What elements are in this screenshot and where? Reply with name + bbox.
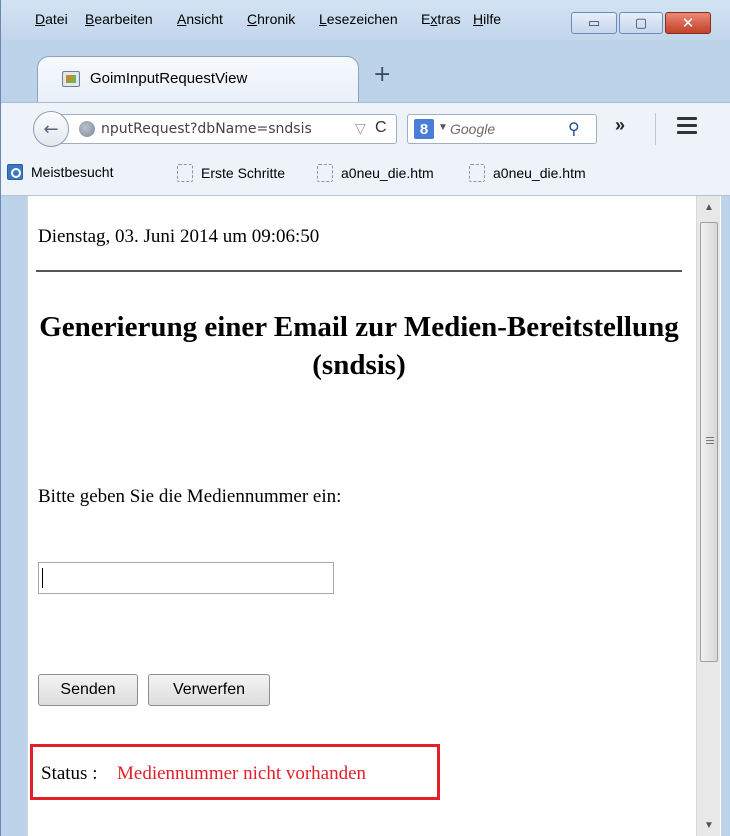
chevron-down-icon[interactable]: ▼ bbox=[438, 122, 448, 133]
page-title: Generierung einer Email zur Medien-Berei… bbox=[39, 311, 679, 381]
minimize-button[interactable]: ▭ bbox=[571, 12, 617, 34]
search-icon[interactable]: ⚲ bbox=[568, 119, 580, 139]
window-controls: ▭ ▢ ✕ bbox=[571, 12, 713, 36]
scrollbar-thumb[interactable] bbox=[700, 222, 718, 662]
close-icon: ✕ bbox=[681, 15, 695, 32]
menu-hilfe[interactable]: Hilfe bbox=[473, 11, 501, 27]
menu-bearbeiten[interactable]: Bearbeiten bbox=[85, 11, 153, 27]
mediennummer-input[interactable] bbox=[38, 562, 334, 594]
search-bar[interactable]: 8 ▼ Google ⚲ bbox=[407, 114, 597, 144]
bookmark-erste-schritte[interactable]: Erste Schritte bbox=[177, 164, 285, 182]
search-input[interactable]: Google bbox=[450, 121, 495, 137]
mediennummer-label: Bitte geben Sie die Mediennummer ein: bbox=[38, 486, 342, 507]
maximize-button[interactable]: ▢ bbox=[619, 12, 663, 34]
page-icon bbox=[469, 164, 485, 182]
url-text[interactable]: nputRequest?dbName=sndsis bbox=[101, 121, 312, 137]
site-identity-icon[interactable] bbox=[79, 121, 95, 137]
bookmark-star-icon[interactable]: ▽ bbox=[355, 120, 366, 137]
back-arrow-icon: ← bbox=[43, 118, 59, 140]
navigation-bar: nputRequest?dbName=sndsis ▽ C ← 8 ▼ Goog… bbox=[1, 102, 730, 154]
status-label: Status : bbox=[41, 763, 98, 784]
tab-goim-input-request[interactable]: GoimInputRequestView bbox=[37, 56, 359, 102]
reload-icon[interactable]: C bbox=[375, 119, 387, 137]
status-message: Mediennummer nicht vorhanden bbox=[117, 763, 367, 784]
bookmark-meistbesucht[interactable]: Meistbesucht bbox=[7, 164, 113, 180]
url-bar[interactable]: nputRequest?dbName=sndsis ▽ C bbox=[57, 114, 397, 144]
search-engine-icon[interactable]: 8 bbox=[414, 119, 434, 139]
browser-window: Datei Bearbeiten Ansicht Chronik Lesezei… bbox=[0, 0, 730, 836]
menu-datei[interactable]: Datei bbox=[35, 11, 68, 27]
bookmark-a0neu-die-1[interactable]: a0neu_die.htm bbox=[317, 164, 434, 182]
minimize-icon: ▭ bbox=[587, 15, 601, 30]
bookmarks-toolbar: Meistbesucht Erste Schritte a0neu_die.ht… bbox=[1, 154, 730, 196]
vertical-scrollbar[interactable]: ▲ ▼ bbox=[696, 196, 720, 836]
overflow-chevron-icon[interactable]: » bbox=[615, 115, 625, 136]
content-viewport: Dienstag, 03. Juni 2014 um 09:06:50 Gene… bbox=[27, 196, 721, 836]
bookmark-a0neu-die-2[interactable]: a0neu_die.htm bbox=[469, 164, 586, 182]
page-icon bbox=[177, 164, 193, 182]
send-button[interactable]: Senden bbox=[38, 674, 138, 706]
scroll-up-arrow-icon[interactable]: ▲ bbox=[697, 196, 721, 218]
menu-extras[interactable]: Extras bbox=[421, 11, 461, 27]
page-icon bbox=[317, 164, 333, 182]
menu-bar: Datei Bearbeiten Ansicht Chronik Lesezei… bbox=[1, 0, 730, 40]
scroll-down-arrow-icon[interactable]: ▼ bbox=[697, 814, 721, 836]
hamburger-menu-icon[interactable] bbox=[677, 117, 697, 138]
horizontal-rule bbox=[36, 270, 682, 272]
menu-chronik[interactable]: Chronik bbox=[247, 11, 295, 27]
menu-ansicht[interactable]: Ansicht bbox=[177, 11, 223, 27]
text-cursor bbox=[42, 568, 43, 588]
page-content: Dienstag, 03. Juni 2014 um 09:06:50 Gene… bbox=[28, 196, 696, 836]
status-highlight-box: Status : Mediennummer nicht vorhanden bbox=[30, 744, 440, 800]
divider bbox=[655, 113, 656, 145]
tab-strip: GoimInputRequestView + bbox=[1, 40, 730, 102]
new-tab-button[interactable]: + bbox=[373, 62, 391, 87]
close-button[interactable]: ✕ bbox=[665, 12, 711, 34]
back-button[interactable]: ← bbox=[33, 111, 69, 147]
favicon-icon bbox=[62, 71, 80, 87]
grip-icon bbox=[706, 437, 714, 446]
discard-button[interactable]: Verwerfen bbox=[148, 674, 270, 706]
tab-title: GoimInputRequestView bbox=[90, 70, 248, 87]
menu-lesezeichen[interactable]: Lesezeichen bbox=[319, 11, 398, 27]
page-datetime: Dienstag, 03. Juni 2014 um 09:06:50 bbox=[38, 226, 320, 247]
most-visited-icon bbox=[7, 164, 23, 180]
maximize-icon: ▢ bbox=[634, 15, 648, 30]
